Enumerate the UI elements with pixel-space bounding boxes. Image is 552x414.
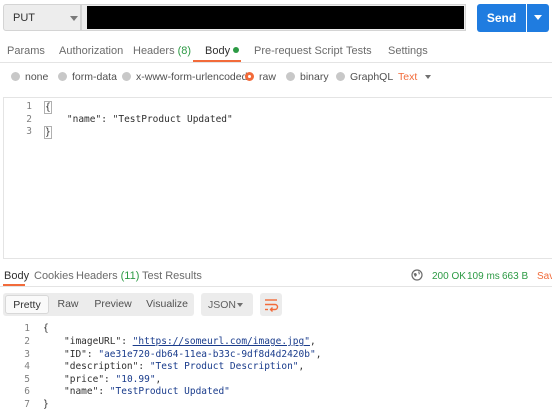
tab-headers[interactable]: Headers (8) [133, 45, 191, 57]
radio-none[interactable]: none [11, 71, 48, 83]
line-number: 3 [24, 349, 30, 360]
headers-count: (8) [177, 45, 192, 57]
send-label: Send [486, 11, 517, 25]
tab-tests[interactable]: Tests [346, 45, 372, 57]
tab-test-results[interactable]: Test Results [142, 270, 202, 282]
line-number: 2 [24, 336, 30, 347]
url-input[interactable] [81, 4, 466, 31]
radio-circle-icon [336, 72, 345, 81]
modified-dot-icon [233, 47, 240, 53]
save-response-button[interactable]: Save [537, 271, 552, 282]
request-body-editor[interactable]: 1 2 3 { "name": "TestProduct Updated" } [3, 97, 552, 259]
radio-x-www-form-urlencoded[interactable]: x-www-form-urlencoded [122, 71, 247, 83]
active-tab-indicator [3, 284, 25, 286]
tab-params[interactable]: Params [7, 45, 45, 57]
tab-settings[interactable]: Settings [388, 45, 428, 57]
globe-icon[interactable] [411, 269, 423, 281]
tab-cookies[interactable]: Cookies [34, 270, 74, 282]
tab-authorization[interactable]: Authorization [59, 45, 123, 57]
radio-circle-icon [58, 72, 67, 81]
line-number: 7 [24, 399, 30, 410]
line-number: 6 [24, 386, 30, 397]
line-number: 1 [24, 323, 30, 334]
json-close-brace: } [43, 399, 49, 410]
view-pretty-button[interactable]: Pretty [5, 295, 49, 314]
view-visualize-button[interactable]: Visualize [141, 295, 193, 314]
format-label: JSON [208, 299, 237, 311]
chevron-down-icon [425, 75, 431, 79]
code-line: } [44, 126, 52, 139]
json-line: "name": "TestProduct Updated" [64, 386, 230, 397]
radio-circle-icon [286, 72, 295, 81]
view-raw-button[interactable]: Raw [51, 295, 85, 314]
view-preview-button[interactable]: Preview [89, 295, 137, 314]
url-bar: PUT Send [0, 0, 552, 38]
response-body-viewer[interactable]: 1 2 3 4 5 6 7 { "imageURL": "https://som… [0, 320, 552, 414]
radio-form-data[interactable]: form-data [58, 71, 117, 83]
chevron-down-icon [237, 303, 243, 307]
response-view-switcher: Pretty Raw Preview Visualize [3, 293, 194, 316]
send-options-button[interactable] [527, 4, 549, 32]
response-headers-count: (11) [120, 270, 140, 282]
text-mode-select[interactable]: Text [398, 71, 417, 83]
request-tabs: Params Authorization Headers (8) Body Pr… [0, 39, 552, 63]
tab-response-body[interactable]: Body [4, 270, 29, 282]
radio-raw[interactable]: raw [245, 71, 276, 83]
chevron-down-icon [534, 15, 542, 20]
tab-body[interactable]: Body [205, 45, 240, 57]
response-tabs: Body Cookies Headers (11) Test Results 2… [0, 265, 552, 287]
radio-circle-icon [122, 72, 131, 81]
line-number: 2 [26, 114, 32, 125]
code-line: "name": "TestProduct Updated" [44, 114, 233, 125]
format-select[interactable]: JSON [201, 293, 253, 316]
radio-circle-icon [11, 72, 20, 81]
send-button[interactable]: Send [477, 4, 526, 32]
radio-binary[interactable]: binary [286, 71, 329, 83]
tab-response-headers[interactable]: Headers (11) [76, 270, 139, 282]
json-line: "price": "10.99", [64, 374, 162, 385]
radio-selected-icon [245, 72, 254, 81]
json-open-brace: { [43, 323, 49, 334]
body-type-selector: none form-data x-www-form-urlencoded raw… [0, 66, 552, 88]
active-tab-indicator [193, 60, 241, 62]
image-url-link[interactable]: "https://someurl.com/image.jpg" [133, 336, 310, 347]
response-size[interactable]: 663 B [502, 271, 528, 282]
json-line: "description": "Test Product Description… [64, 361, 305, 372]
line-number: 4 [24, 361, 30, 372]
code-line: { [44, 101, 52, 114]
line-number: 1 [26, 101, 32, 112]
wrap-lines-button[interactable] [260, 293, 282, 316]
status-code[interactable]: 200 OK [432, 271, 466, 282]
redacted-url [87, 6, 464, 29]
wrap-icon [265, 299, 279, 312]
line-number: 3 [26, 126, 32, 137]
line-number: 5 [24, 374, 30, 385]
radio-graphql[interactable]: GraphQL [336, 71, 393, 83]
response-time[interactable]: 109 ms [467, 271, 500, 282]
method-select[interactable]: PUT [3, 4, 81, 31]
method-label: PUT [13, 12, 35, 24]
json-line: "imageURL": "https://someurl.com/image.j… [64, 336, 316, 347]
chevron-down-icon [70, 16, 78, 21]
json-line: "ID": "ae31e720-db64-11ea-b33c-9df8d4d24… [64, 349, 322, 360]
response-toolbar: Pretty Raw Preview Visualize JSON [0, 291, 552, 319]
tab-pre-request-script[interactable]: Pre-request Script [254, 45, 343, 57]
